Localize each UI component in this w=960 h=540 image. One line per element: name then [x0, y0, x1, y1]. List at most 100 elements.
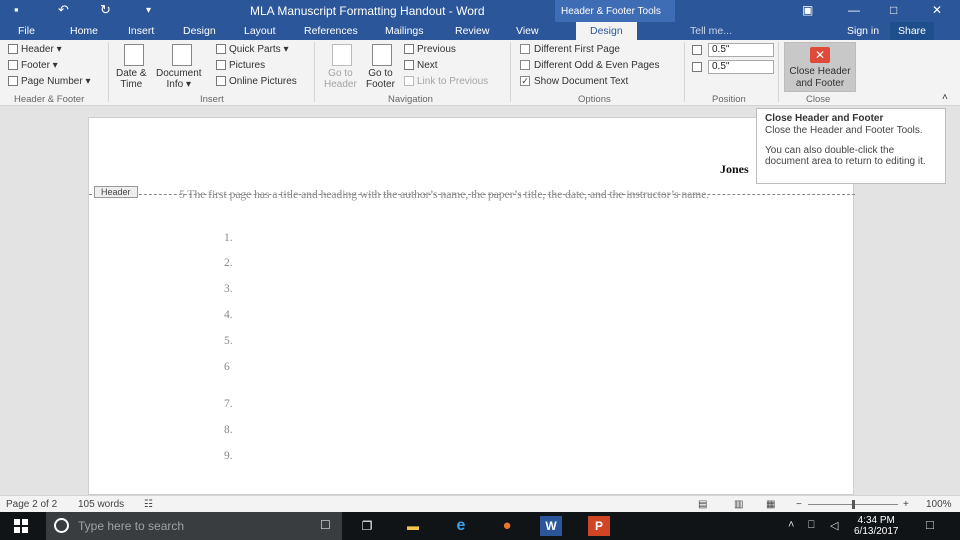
network-icon[interactable]: ⎕ — [808, 519, 815, 532]
header-position-input[interactable]: 0.5" — [708, 43, 774, 57]
tab-mailings[interactable]: Mailings — [385, 25, 424, 37]
tab-home[interactable]: Home — [70, 25, 98, 37]
go-to-header-button[interactable]: Go to Header — [324, 68, 357, 90]
tab-layout[interactable]: Layout — [244, 25, 276, 37]
group-label-close: Close — [806, 94, 831, 105]
previous-icon — [404, 44, 414, 55]
taskbar-clock[interactable]: 4:34 PM 6/13/2017 — [854, 515, 899, 537]
read-mode-icon[interactable]: ▤ — [698, 499, 707, 510]
pictures-button[interactable]: Pictures — [216, 60, 265, 71]
tray-overflow-icon[interactable]: ˄ — [788, 519, 794, 531]
sign-in-link[interactable]: Sign in — [847, 25, 879, 37]
tab-header-footer-design[interactable]: Design — [576, 22, 637, 40]
close-icon[interactable]: ✕ — [932, 3, 942, 17]
group-label-insert: Insert — [200, 94, 224, 105]
header-text[interactable]: Jones — [720, 162, 749, 177]
maximize-icon[interactable]: □ — [890, 3, 897, 17]
context-tab-title: Header & Footer Tools — [555, 0, 675, 22]
customize-quick-access-icon[interactable]: ▾ — [146, 5, 151, 16]
list-item: 2. — [224, 257, 233, 269]
group-label-header-footer: Header & Footer — [14, 94, 85, 105]
calendar-icon — [124, 44, 144, 66]
tab-file[interactable]: File — [18, 25, 35, 37]
quick-parts-button[interactable]: Quick Parts ▾ — [216, 44, 289, 55]
go-to-footer-icon — [372, 44, 392, 66]
footer-position-input[interactable]: 0.5" — [708, 60, 774, 74]
go-to-footer-button[interactable]: Go to Footer — [366, 68, 395, 90]
previous-button[interactable]: Previous — [404, 44, 456, 55]
header-button[interactable]: Header ▾ — [8, 44, 62, 55]
online-pictures-icon — [216, 76, 226, 87]
list-item: 9. — [224, 450, 233, 462]
file-explorer-icon[interactable]: ▬ — [402, 516, 424, 536]
group-label-navigation: Navigation — [388, 94, 433, 105]
notification-icon[interactable]: □ — [926, 517, 934, 532]
next-button[interactable]: Next — [404, 60, 438, 71]
word-count[interactable]: 105 words — [78, 499, 124, 510]
group-label-position: Position — [712, 94, 746, 105]
page-count[interactable]: Page 2 of 2 — [6, 499, 57, 510]
title-bar: ▪ ↶ ↻ ▾ MLA Manuscript Formatting Handou… — [0, 0, 960, 22]
footer-icon — [8, 60, 18, 71]
tab-design[interactable]: Design — [183, 25, 216, 37]
list-item: 5. — [224, 335, 233, 347]
undo-icon[interactable]: ↶ — [58, 2, 69, 18]
header-tag: Header — [94, 186, 138, 198]
different-odd-even-checkbox[interactable]: Different Odd & Even Pages — [520, 60, 659, 71]
list-item: 3. — [224, 283, 233, 295]
tooltip-body: Close the Header and Footer Tools. — [765, 125, 923, 136]
zoom-slider-thumb[interactable] — [852, 500, 855, 509]
ribbon-tabs: File Home Insert Design Layout Reference… — [0, 22, 960, 40]
edge-icon[interactable]: e — [450, 516, 472, 536]
tooltip-title: Close Header and Footer — [765, 113, 884, 124]
close-header-footer-button[interactable]: ✕ Close Header and Footer — [784, 42, 856, 92]
tab-view[interactable]: View — [516, 25, 539, 37]
taskbar-search[interactable]: Type here to search ☐ — [46, 512, 342, 540]
tab-review[interactable]: Review — [455, 25, 489, 37]
proofing-icon[interactable]: ☷ — [144, 499, 153, 510]
different-first-page-checkbox[interactable]: Different First Page — [520, 44, 620, 55]
save-icon[interactable]: ▪ — [14, 2, 19, 17]
redo-icon[interactable]: ↻ — [100, 2, 111, 18]
microphone-icon[interactable]: ☐ — [320, 518, 331, 532]
cortana-icon — [54, 518, 69, 533]
print-layout-icon[interactable]: ▥ — [734, 499, 743, 510]
pictures-icon — [216, 60, 226, 71]
zoom-level[interactable]: 100% — [926, 499, 952, 510]
task-view-icon[interactable]: ❐ — [356, 516, 378, 536]
next-icon — [404, 60, 414, 71]
online-pictures-button[interactable]: Online Pictures — [216, 76, 297, 87]
page-number-button[interactable]: Page Number ▾ — [8, 76, 91, 87]
zoom-out-button[interactable]: − — [796, 499, 802, 510]
close-x-icon: ✕ — [810, 47, 830, 63]
body-paragraph[interactable]: 5 The first page has a title and heading… — [179, 188, 769, 202]
link-to-previous-button[interactable]: Link to Previous — [404, 76, 488, 87]
header-icon — [8, 44, 18, 55]
share-button[interactable]: Share — [890, 22, 935, 40]
list-item: 4. — [224, 309, 233, 321]
tab-references[interactable]: References — [304, 25, 358, 37]
page-number-icon — [8, 76, 18, 87]
date-time-button[interactable]: Date & Time — [116, 68, 147, 90]
tooltip-hint: You can also double-click the document a… — [765, 145, 926, 167]
go-to-header-icon — [332, 44, 352, 66]
collapse-ribbon-icon[interactable]: ˄ — [942, 92, 948, 103]
firefox-icon[interactable]: ● — [496, 516, 518, 536]
show-document-text-checkbox[interactable]: ✓ Show Document Text — [520, 76, 628, 87]
word-icon[interactable]: W — [540, 516, 562, 536]
tell-me-box[interactable]: Tell me... — [690, 25, 732, 37]
zoom-in-button[interactable]: + — [903, 499, 909, 510]
document-page[interactable]: Jones Header 5 The first page has a titl… — [88, 117, 855, 495]
quick-parts-icon — [216, 44, 226, 55]
web-layout-icon[interactable]: ▦ — [766, 499, 775, 510]
volume-icon[interactable]: ◁ — [830, 519, 838, 532]
tab-insert[interactable]: Insert — [128, 25, 154, 37]
ribbon-display-options-icon[interactable]: ▣ — [802, 3, 813, 17]
minimize-icon[interactable]: — — [848, 3, 860, 17]
close-header-footer-tooltip: Close Header and Footer Close the Header… — [756, 108, 946, 184]
footer-button[interactable]: Footer ▾ — [8, 60, 58, 71]
document-info-button[interactable]: Document Info ▾ — [156, 68, 202, 90]
taskbar: Type here to search ☐ ❐ ▬ e ● W P ˄ ⎕ ◁ … — [0, 512, 960, 540]
windows-start-icon[interactable] — [14, 519, 28, 533]
powerpoint-icon[interactable]: P — [588, 516, 610, 536]
